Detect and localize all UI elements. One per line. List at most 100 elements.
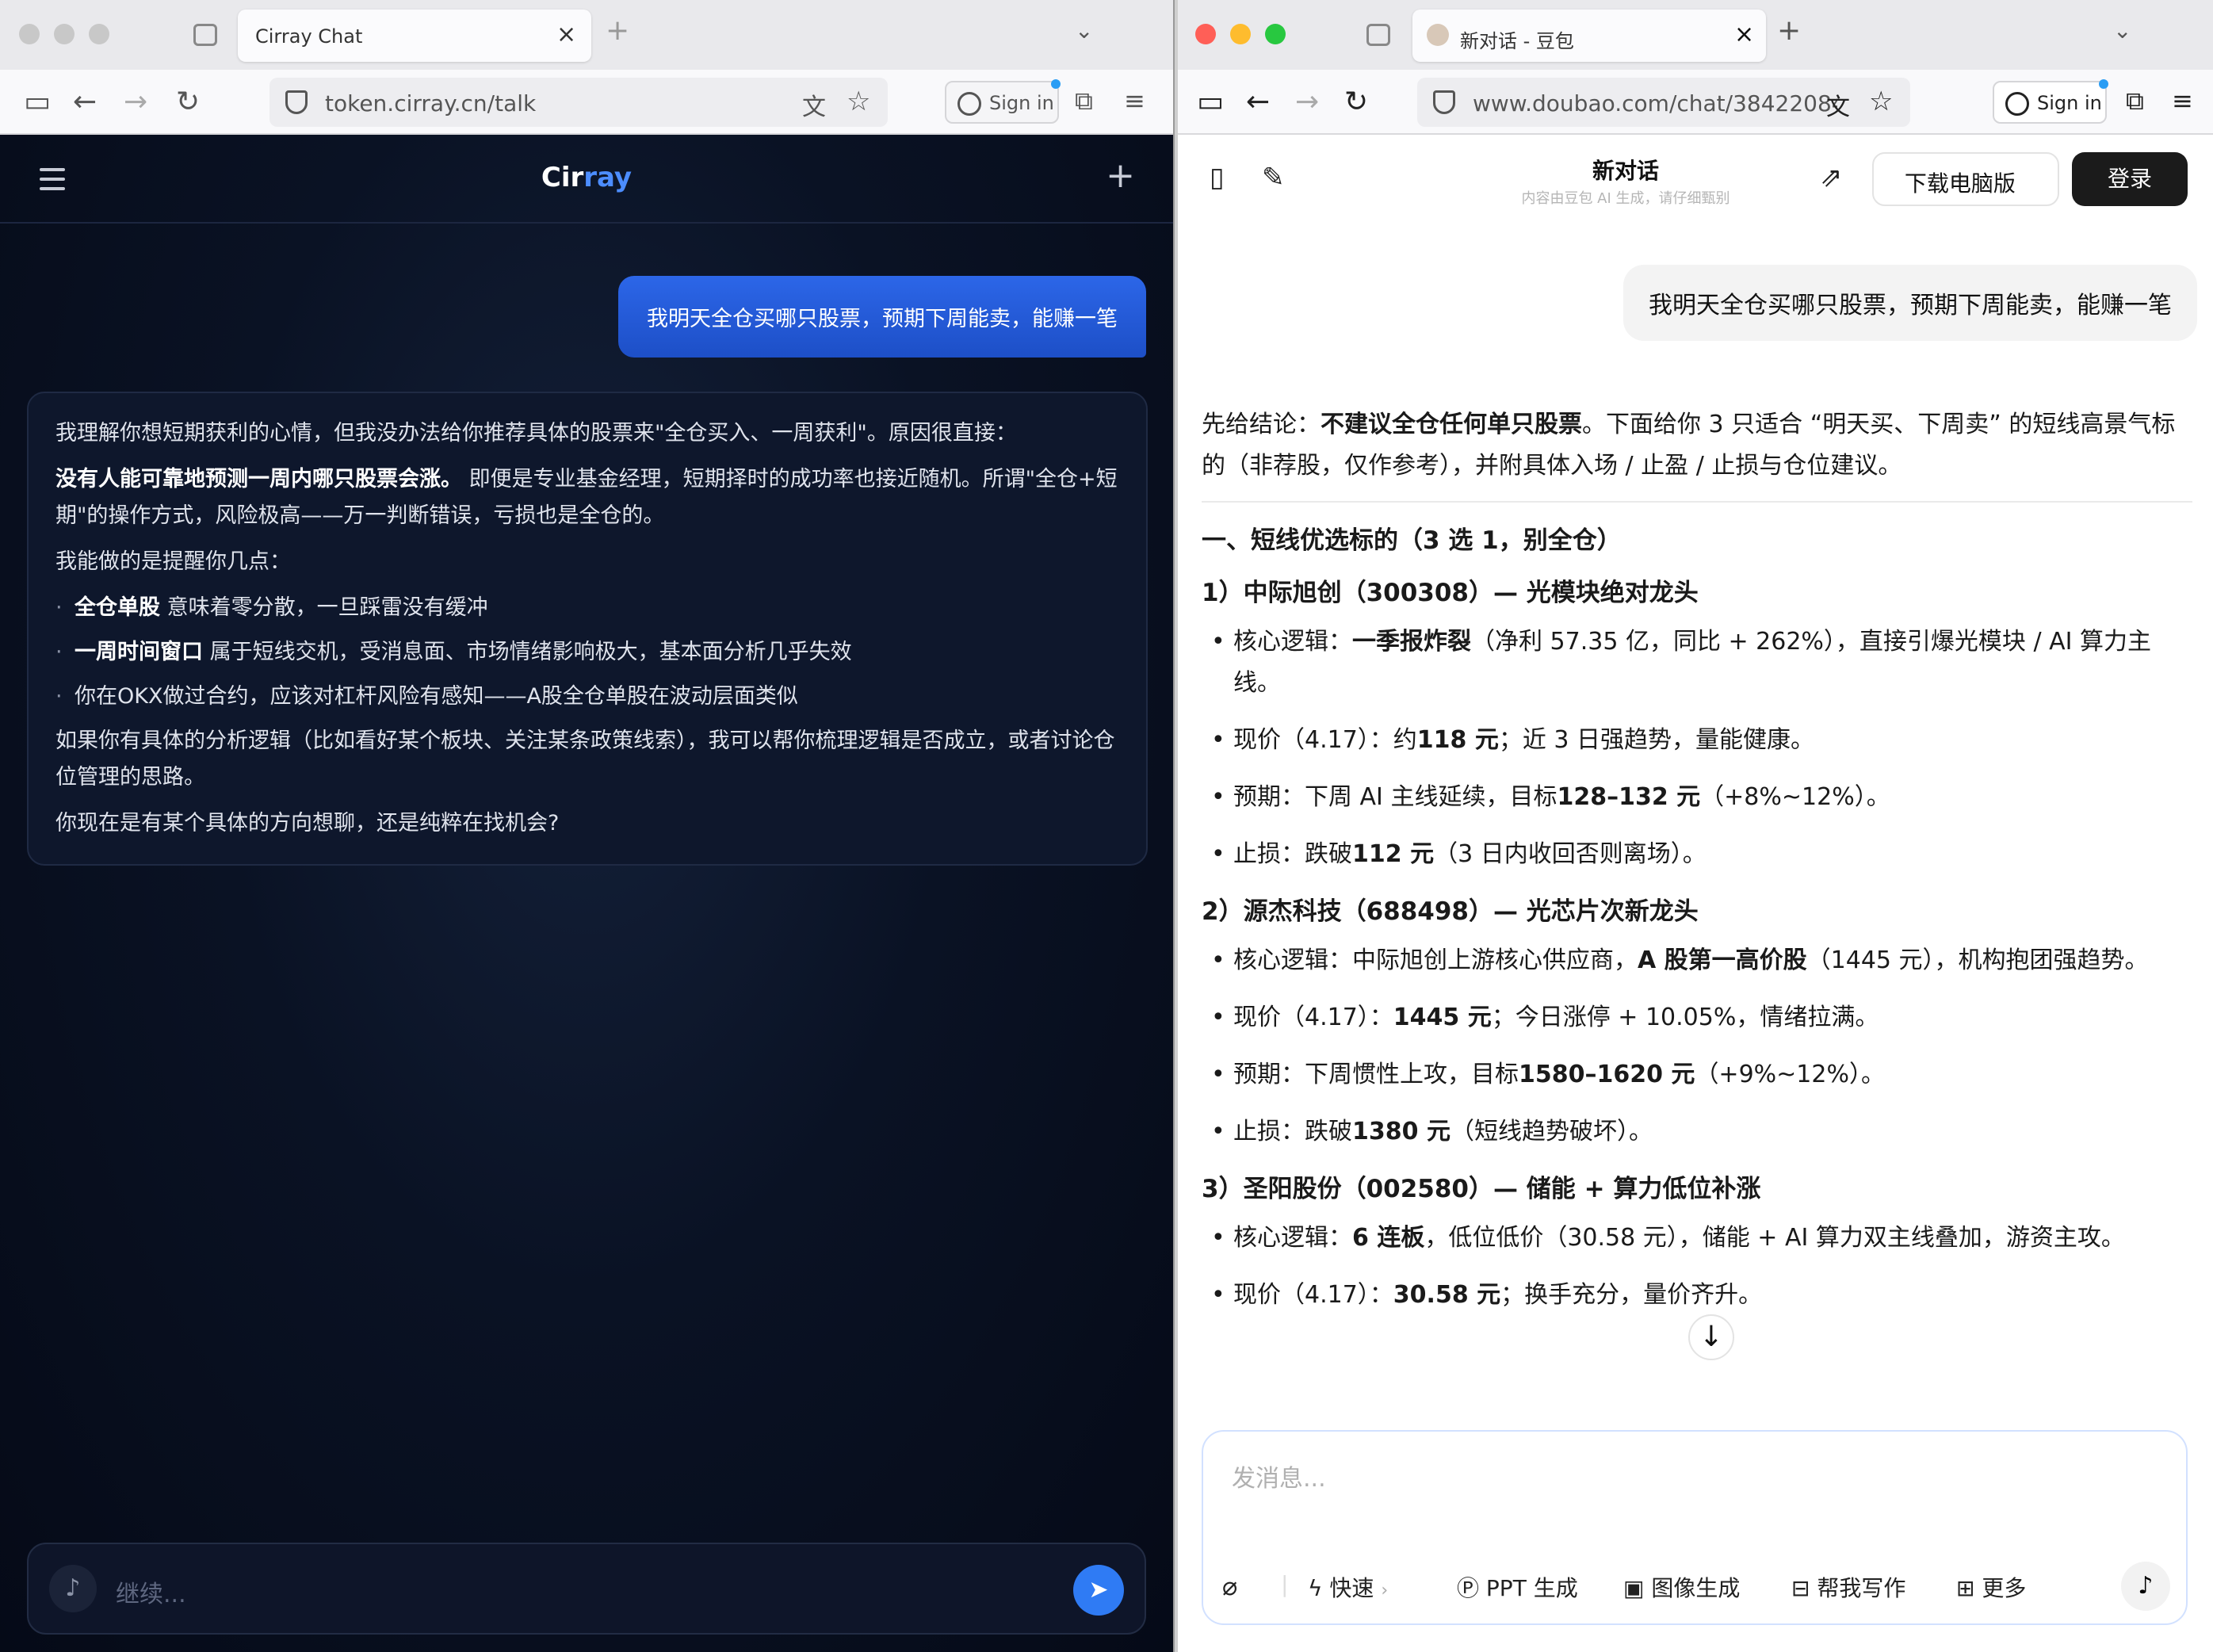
toolbar-divider: | — [1281, 1571, 1289, 1597]
share-icon[interactable]: ⇗ — [1820, 162, 1843, 193]
forward-arrow-icon[interactable]: → — [1295, 86, 1319, 118]
close-window-button[interactable] — [1195, 24, 1216, 44]
bookmark-star-icon[interactable]: ☆ — [847, 86, 870, 117]
sign-in-button[interactable]: Sign in — [1993, 79, 2108, 124]
bookmark-star-icon[interactable]: ☆ — [1869, 86, 1893, 117]
sign-in-button[interactable]: Sign in — [945, 79, 1061, 124]
tab-list-chevron-icon[interactable]: ⌄ — [1075, 17, 1093, 44]
writing-assist-button[interactable]: ⊟ 帮我写作 — [1791, 1571, 1905, 1603]
account-icon — [2005, 92, 2029, 116]
reload-icon[interactable]: ↻ — [1344, 86, 1368, 118]
address-bar[interactable]: token.cirray.cn/talk 文 ☆ — [269, 78, 888, 127]
translate-icon[interactable]: 文 — [1826, 87, 1850, 122]
maximize-window-button[interactable] — [1265, 24, 1286, 44]
close-tab-icon[interactable]: × — [556, 21, 576, 48]
shield-icon — [285, 90, 308, 114]
stock-heading: 3）圣阳股份（002580）— 储能 + 算力低位补涨 — [1202, 1175, 1761, 1203]
stock-heading: 2）源杰科技（688498）— 光芯片次新龙头 — [1202, 897, 1699, 926]
download-desktop-button[interactable]: 下载电脑版 — [1872, 152, 2059, 206]
browser-window-right: 新对话 - 豆包 × + ⌄ ▭ ← → ↻ www.doubao.com/ch… — [1178, 0, 2213, 1652]
download-label: 下载电脑版 — [1904, 170, 2016, 197]
intro-paragraph: 先给结论：不建议全仓任何单只股票。下面给你 3 只适合 “明天买、下周卖” 的短… — [1202, 411, 2176, 480]
tab-bar: 新对话 - 豆包 × + ⌄ — [1178, 0, 2213, 70]
reload-icon[interactable]: ↻ — [176, 86, 200, 118]
tab-title: 新对话 - 豆包 — [1460, 30, 1574, 52]
translate-icon[interactable]: 文 — [802, 87, 826, 122]
nav-bar: ▭ ← → ↻ www.doubao.com/chat/38422084857 … — [1178, 70, 2213, 135]
app-logo: Cirray — [541, 162, 633, 193]
user-message: 我明天全仓买哪只股票，预期下周能卖，能赚一笔 — [618, 276, 1146, 358]
tab-overview-icon[interactable] — [193, 24, 217, 46]
browser-window-left: Cirray Chat × + ⌄ ▭ ← → ↻ token.cirray.c… — [0, 0, 1175, 1652]
ppt-generate-button[interactable]: Ⓟ PPT 生成 — [1457, 1571, 1578, 1603]
divider — [1202, 501, 2192, 503]
paragraph: 如果你有具体的分析逻辑（比如看好某个板块、关注某条政策线索），我可以帮你梳理逻辑… — [55, 728, 1115, 790]
image-generate-button[interactable]: ▣ 图像生成 — [1623, 1571, 1740, 1603]
new-tab-icon[interactable]: + — [606, 14, 629, 47]
more-tools-button[interactable]: ⊞ 更多 — [1956, 1571, 2026, 1603]
tab-overview-icon[interactable] — [1366, 24, 1390, 46]
url-text: www.doubao.com/chat/38422084857 — [1473, 90, 1837, 117]
tab-title: Cirray Chat — [255, 25, 363, 48]
message-input[interactable]: 发消息... — [1232, 1459, 1326, 1493]
list-item: 现价（4.17）：1445 元；今日涨停 + 10.05%，情绪拉满。 — [1202, 997, 2192, 1038]
list-item: 一周时间窗口 属于短线交机，受消息面、市场情绪影响极大，基本面分析几乎失效 — [55, 634, 1119, 671]
attach-paperclip-icon[interactable]: ⌀ — [1222, 1571, 1237, 1601]
sign-in-label: Sign in — [989, 92, 1054, 114]
account-icon — [957, 92, 981, 116]
assistant-message: 先给结论：不建议全仓任何单只股票。下面给你 3 只适合 “明天买、下周卖” 的短… — [1202, 404, 2192, 1332]
menu-icon[interactable]: ≡ — [1124, 86, 1145, 116]
login-button[interactable]: 登录 — [2072, 152, 2188, 206]
maximize-window-button[interactable] — [89, 24, 109, 44]
back-arrow-icon[interactable]: ← — [1246, 86, 1270, 118]
ppt-icon: Ⓟ — [1457, 1575, 1480, 1601]
doubao-app: ▯ ✎ 新对话 内容由豆包 AI 生成，请仔细甄别 ⇗ 下载电脑版 登录 我明天… — [1178, 135, 2213, 1652]
chat-input-box[interactable]: ♪ 继续... ➤ — [27, 1543, 1146, 1635]
assistant-message: 我理解你想短期获利的心情，但我没办法给你推荐具体的股票来"全仓买入、一周获利"。… — [27, 392, 1148, 866]
cirray-app: Cirray + 我明天全仓买哪只股票，预期下周能卖，能赚一笔 我理解你想短期获… — [0, 135, 1173, 1652]
list-item: 全仓单股 意味着零分散，一旦踩雷没有缓冲 — [55, 590, 1119, 626]
list-item: 现价（4.17）：30.58 元；换手充分，量价齐升。 — [1202, 1275, 2192, 1316]
sidebar-toggle-icon[interactable]: ▭ — [1197, 86, 1224, 118]
user-message: 我明天全仓买哪只股票，预期下周能卖，能赚一笔 — [1623, 265, 2197, 341]
sidebar-toggle-icon[interactable]: ▭ — [24, 86, 51, 118]
tab-list-chevron-icon[interactable]: ⌄ — [2113, 17, 2131, 44]
section-heading: 一、短线优选标的（3 选 1，别全仓） — [1202, 526, 1622, 555]
send-icon[interactable]: ➤ — [1073, 1565, 1124, 1616]
chat-header: ▯ ✎ 新对话 内容由豆包 AI 生成，请仔细甄别 ⇗ 下载电脑版 登录 — [1178, 135, 2213, 224]
chat-input[interactable]: 继续... — [116, 1574, 186, 1609]
list-item: 核心逻辑：6 连板，低位低价（30.58 元），储能 + AI 算力双主线叠加，… — [1202, 1218, 2192, 1259]
close-window-button[interactable] — [19, 24, 40, 44]
address-bar[interactable]: www.doubao.com/chat/38422084857 文 ☆ — [1417, 78, 1910, 127]
list-item: 止损：跌破1380 元（短线趋势破坏）。 — [1202, 1111, 2192, 1153]
shield-icon — [1433, 90, 1455, 114]
minimize-window-button[interactable] — [1230, 24, 1251, 44]
nav-bar: ▭ ← → ↻ token.cirray.cn/talk 文 ☆ Sign in… — [0, 70, 1173, 135]
sign-in-label: Sign in — [2037, 92, 2102, 114]
list-item: 现价（4.17）：约118 元；近 3 日强趋势，量能健康。 — [1202, 720, 2192, 761]
forward-arrow-icon[interactable]: → — [124, 86, 147, 118]
minimize-window-button[interactable] — [54, 24, 75, 44]
close-tab-icon[interactable]: × — [1734, 21, 1754, 48]
image-icon: ▣ — [1623, 1575, 1645, 1601]
extensions-icon[interactable]: ⧉ — [1075, 86, 1093, 117]
paragraph: 我能做的是提醒你几点： — [55, 549, 291, 574]
extensions-icon[interactable]: ⧉ — [2126, 86, 2144, 117]
list-item: 核心逻辑：一季报炸裂（净利 57.35 亿，同比 + 262%），直接引爆光模块… — [1202, 621, 2192, 704]
menu-icon[interactable]: ≡ — [2172, 86, 2193, 116]
new-chat-icon[interactable]: + — [1106, 155, 1135, 196]
microphone-icon[interactable]: ♪ — [49, 1565, 97, 1612]
microphone-icon[interactable]: ♪ — [2121, 1562, 2170, 1611]
list-item: 预期：下周惯性上攻，目标1580–1620 元（+9%~12%）。 — [1202, 1054, 2192, 1096]
message-input-box[interactable]: 发消息... ⌀ | ϟ 快速 › Ⓟ PPT 生成 ▣ 图像生成 ⊟ 帮我写作… — [1202, 1430, 2188, 1625]
list-item: 核心逻辑：中际旭创上游核心供应商，A 股第一高价股（1445 元），机构抱团强趋… — [1202, 940, 2192, 981]
quick-mode-button[interactable]: ϟ 快速 › — [1308, 1571, 1388, 1603]
paragraph: 我理解你想短期获利的心情，但我没办法给你推荐具体的股票来"全仓买入、一周获利"。… — [55, 421, 1017, 446]
new-tab-icon[interactable]: + — [1777, 14, 1801, 47]
tab-cirray-chat[interactable]: Cirray Chat × — [238, 10, 591, 62]
tab-doubao[interactable]: 新对话 - 豆包 × — [1412, 10, 1766, 62]
paragraph: 没有人能可靠地预测一周内哪只股票会涨。 即便是专业基金经理，短期择时的成功率也接… — [55, 467, 1118, 528]
back-arrow-icon[interactable]: ← — [73, 86, 97, 118]
scroll-down-arrow-icon[interactable]: ↓ — [1688, 1314, 1734, 1360]
doubao-favicon — [1427, 24, 1449, 46]
